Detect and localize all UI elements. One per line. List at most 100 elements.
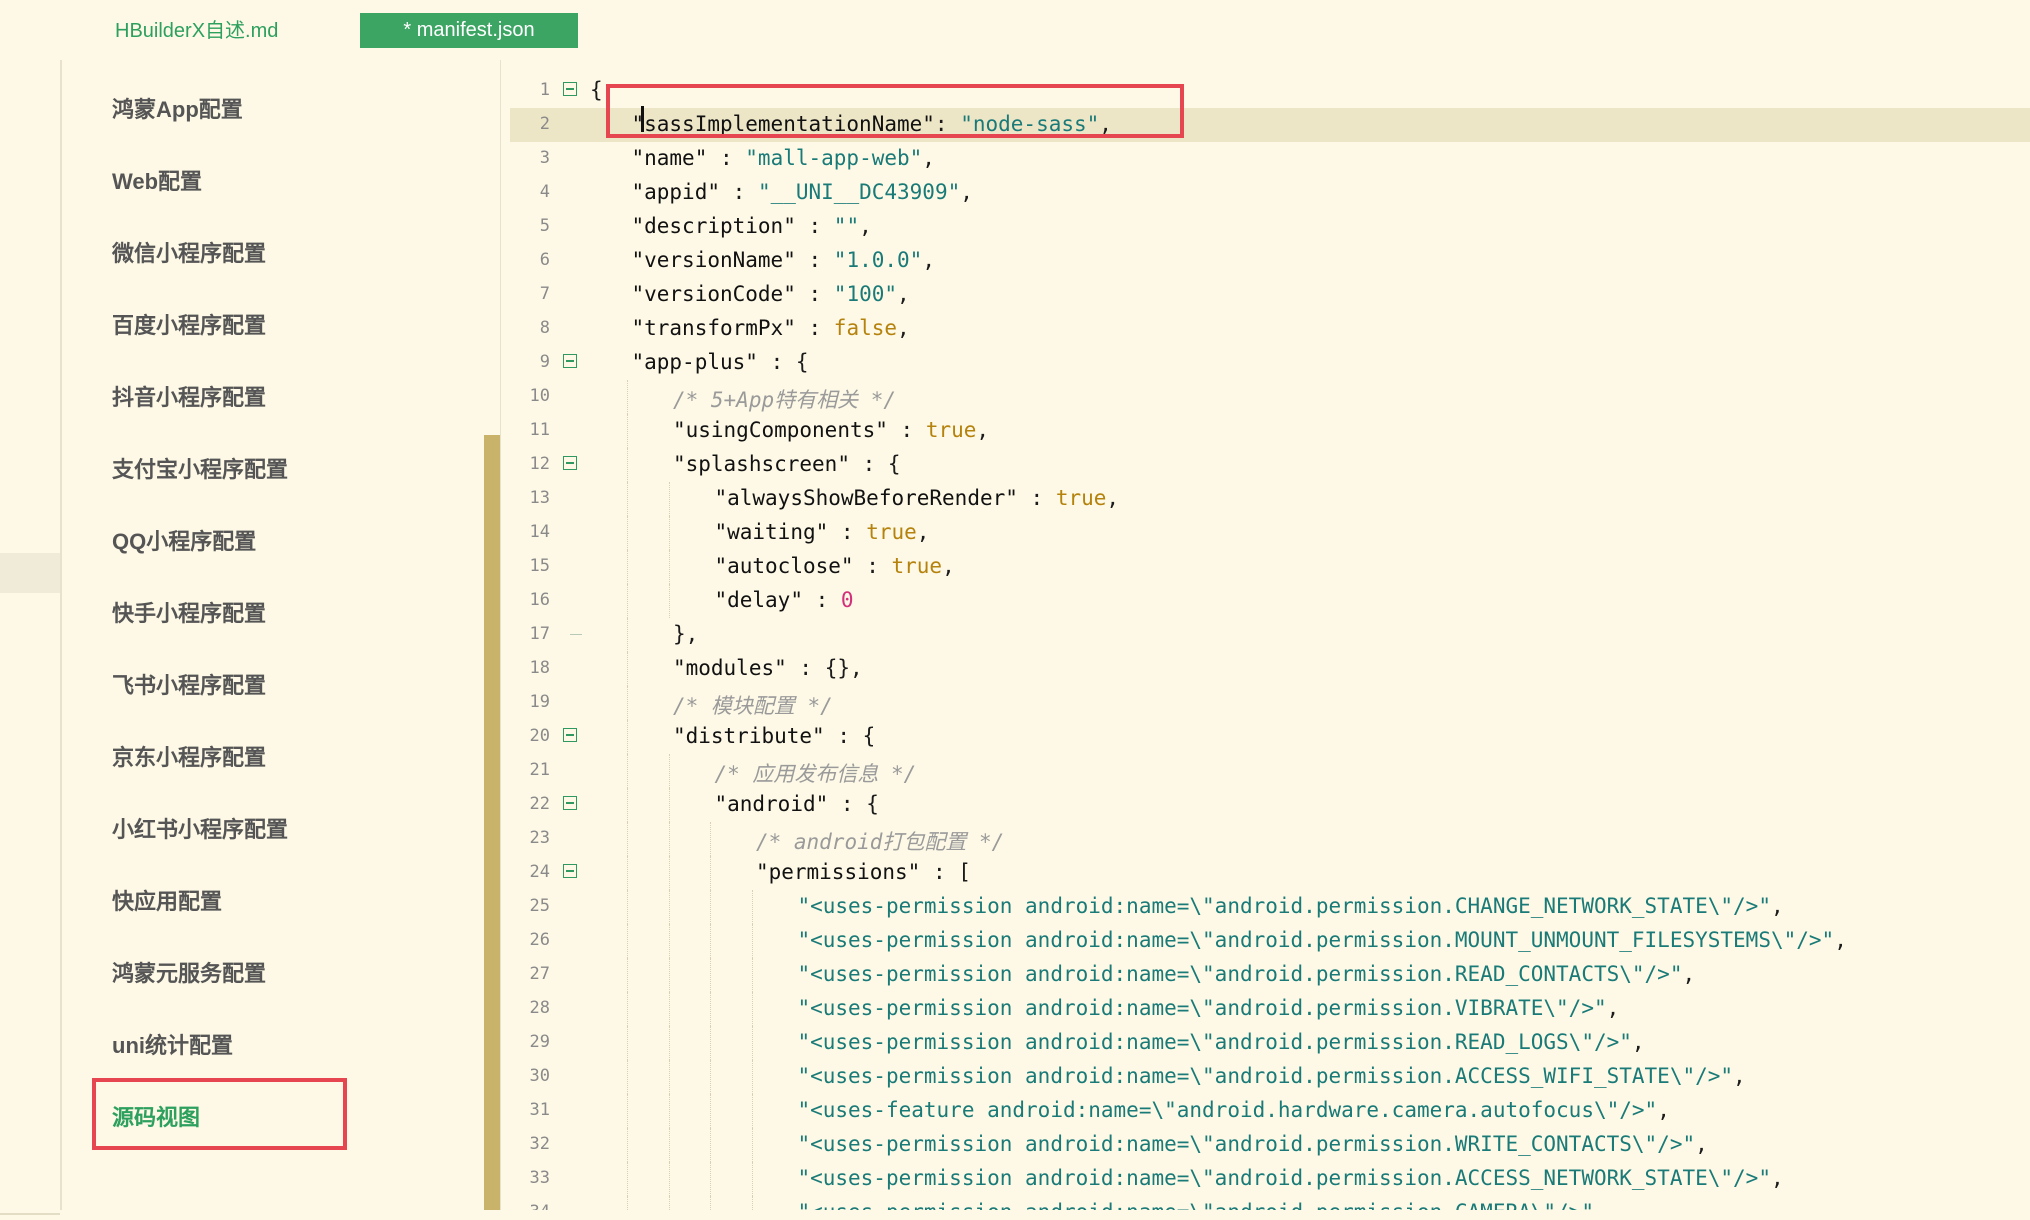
sidebar-item-uni-statistics[interactable]: uni统计配置: [112, 1028, 233, 1060]
code-line[interactable]: 11 "usingComponents" : true,: [510, 414, 2030, 448]
code-line[interactable]: 18 "modules" : {},: [510, 652, 2030, 686]
indent-guide: [668, 1026, 671, 1060]
sidebar-item-web[interactable]: Web配置: [112, 164, 202, 196]
indent-guide: [751, 992, 754, 1026]
code-line[interactable]: 27 "<uses-permission android:name=\"andro…: [510, 958, 2030, 992]
gutter-divider: [0, 1213, 60, 1215]
sidebar-item-harmony-atomic-service[interactable]: 鸿蒙元服务配置: [112, 956, 266, 988]
sidebar-item-xiaohongshu-miniprogram[interactable]: 小红书小程序配置: [112, 812, 288, 844]
indent-guide: [627, 516, 629, 550]
indent-guide: [668, 1060, 671, 1094]
code-line[interactable]: 29 "<uses-permission android:name=\"andro…: [510, 1026, 2030, 1060]
fold-toggle-icon[interactable]: [563, 728, 577, 742]
fold-toggle-icon[interactable]: [563, 82, 577, 96]
sidebar-item-feishu-miniprogram[interactable]: 飞书小程序配置: [112, 668, 266, 700]
line-number: 16: [529, 590, 550, 610]
code-line[interactable]: 14 "waiting" : true,: [510, 516, 2030, 550]
sidebar-item-harmony-app[interactable]: 鸿蒙App配置: [112, 92, 243, 124]
indent-guide: [627, 1094, 629, 1128]
indent-guide: [668, 754, 671, 788]
code-line[interactable]: 26 "<uses-permission android:name=\"andro…: [510, 924, 2030, 958]
indent-guide: [627, 958, 629, 992]
indent-guide: [668, 992, 671, 1026]
code-text: "<uses-permission android:name=\"android…: [797, 928, 1847, 952]
indent-guide: [627, 1060, 629, 1094]
code-line[interactable]: 13 "alwaysShowBeforeRender" : true,: [510, 482, 2030, 516]
indent-guide: [751, 1162, 754, 1196]
tab-hbuilderx-readme[interactable]: HBuilderX自述.md: [115, 14, 278, 43]
code-line[interactable]: 16 "delay" : 0: [510, 584, 2030, 618]
sidebar-item-qq-miniprogram[interactable]: QQ小程序配置: [112, 524, 256, 556]
code-text: "<uses-permission android:name=\"android…: [797, 1200, 1606, 1210]
code-line[interactable]: 9 "app-plus" : {: [510, 346, 2030, 380]
code-text: /* 模块配置 */: [672, 694, 833, 718]
code-line[interactable]: 6 "versionName" : "1.0.0",: [510, 244, 2030, 278]
code-line[interactable]: 3 "name" : "mall-app-web",: [510, 142, 2030, 176]
code-line[interactable]: 33 "<uses-permission android:name=\"andro…: [510, 1162, 2030, 1196]
code-text: /* 应用发布信息 */: [714, 762, 917, 786]
code-line[interactable]: 24 "permissions" : [: [510, 856, 2030, 890]
code-line[interactable]: 28 "<uses-permission android:name=\"andro…: [510, 992, 2030, 1026]
sidebar-item-quickapp[interactable]: 快应用配置: [112, 884, 222, 916]
line-number: 6: [539, 250, 550, 270]
sidebar-scrollbar[interactable]: [484, 435, 500, 1210]
fold-toggle-icon[interactable]: [563, 796, 577, 810]
indent-guide: [668, 1162, 671, 1196]
indent-guide: [668, 482, 671, 516]
indent-guide: [751, 958, 754, 992]
fold-toggle-icon[interactable]: [563, 456, 577, 470]
sidebar-item-wechat-miniprogram[interactable]: 微信小程序配置: [112, 236, 266, 268]
sidebar-item-jd-miniprogram[interactable]: 京东小程序配置: [112, 740, 266, 772]
indent-guide: [627, 856, 629, 890]
code-text: "versionName" : "1.0.0",: [631, 248, 935, 272]
indent-guide: [751, 1060, 754, 1094]
code-line[interactable]: 15 "autoclose" : true,: [510, 550, 2030, 584]
code-line[interactable]: 23 /* android打包配置 */: [510, 822, 2030, 856]
code-line[interactable]: 5 "description" : "",: [510, 210, 2030, 244]
indent-guide: [710, 958, 712, 992]
code-line[interactable]: 19 /* 模块配置 */: [510, 686, 2030, 720]
indent-guide: [710, 1128, 712, 1162]
sidebar-item-douyin-miniprogram[interactable]: 抖音小程序配置: [112, 380, 266, 412]
indent-guide: [751, 924, 754, 958]
code-text: "usingComponents" : true,: [672, 418, 990, 442]
indent-guide: [627, 380, 629, 414]
code-line[interactable]: 4 "appid" : "__UNI__DC43909",: [510, 176, 2030, 210]
code-editor[interactable]: 1{2 "sassImplementationName": "node-sass"…: [510, 74, 2030, 1210]
code-line[interactable]: 30 "<uses-permission android:name=\"andro…: [510, 1060, 2030, 1094]
code-line[interactable]: 8 "transformPx" : false,: [510, 312, 2030, 346]
code-line[interactable]: 22 "android" : {: [510, 788, 2030, 822]
line-number: 25: [529, 896, 550, 916]
code-line[interactable]: 20 "distribute" : {: [510, 720, 2030, 754]
line-number: 4: [539, 182, 550, 202]
indent-guide: [627, 788, 629, 822]
code-line[interactable]: 32 "<uses-permission android:name=\"andro…: [510, 1128, 2030, 1162]
indent-guide: [627, 754, 629, 788]
code-line[interactable]: 34 "<uses-permission android:name=\"andro…: [510, 1196, 2030, 1210]
tab-manifest-json[interactable]: * manifest.json: [360, 13, 578, 48]
sidebar-item-alipay-miniprogram[interactable]: 支付宝小程序配置: [112, 452, 288, 484]
fold-toggle-icon[interactable]: [563, 864, 577, 878]
indent-guide: [627, 482, 629, 516]
code-line[interactable]: 17},: [510, 618, 2030, 652]
code-line[interactable]: 31 "<uses-feature android:name=\"android.…: [510, 1094, 2030, 1128]
sidebar-item-kuaishou-miniprogram[interactable]: 快手小程序配置: [112, 596, 266, 628]
code-text: "delay" : 0: [714, 588, 854, 612]
code-line[interactable]: 21 /* 应用发布信息 */: [510, 754, 2030, 788]
code-text: "permissions" : [: [755, 860, 971, 884]
line-number: 32: [529, 1134, 550, 1154]
code-line[interactable]: 10 /* 5+App特有相关 */: [510, 380, 2030, 414]
line-number: 19: [529, 692, 550, 712]
indent-guide: [627, 584, 629, 618]
code-line[interactable]: 25 "<uses-permission android:name=\"andro…: [510, 890, 2030, 924]
code-text: },: [672, 622, 699, 646]
sidebar-item-baidu-miniprogram[interactable]: 百度小程序配置: [112, 308, 266, 340]
code-line[interactable]: 12 "splashscreen" : {: [510, 448, 2030, 482]
code-text: "<uses-feature android:name=\"android.ha…: [797, 1098, 1670, 1122]
code-line[interactable]: 7 "versionCode" : "100",: [510, 278, 2030, 312]
sidebar-divider: [500, 60, 501, 1210]
indent-guide: [710, 992, 712, 1026]
line-number: 34: [510, 1202, 550, 1210]
annotation-box-source-view: [92, 1078, 347, 1150]
fold-toggle-icon[interactable]: [563, 354, 577, 368]
